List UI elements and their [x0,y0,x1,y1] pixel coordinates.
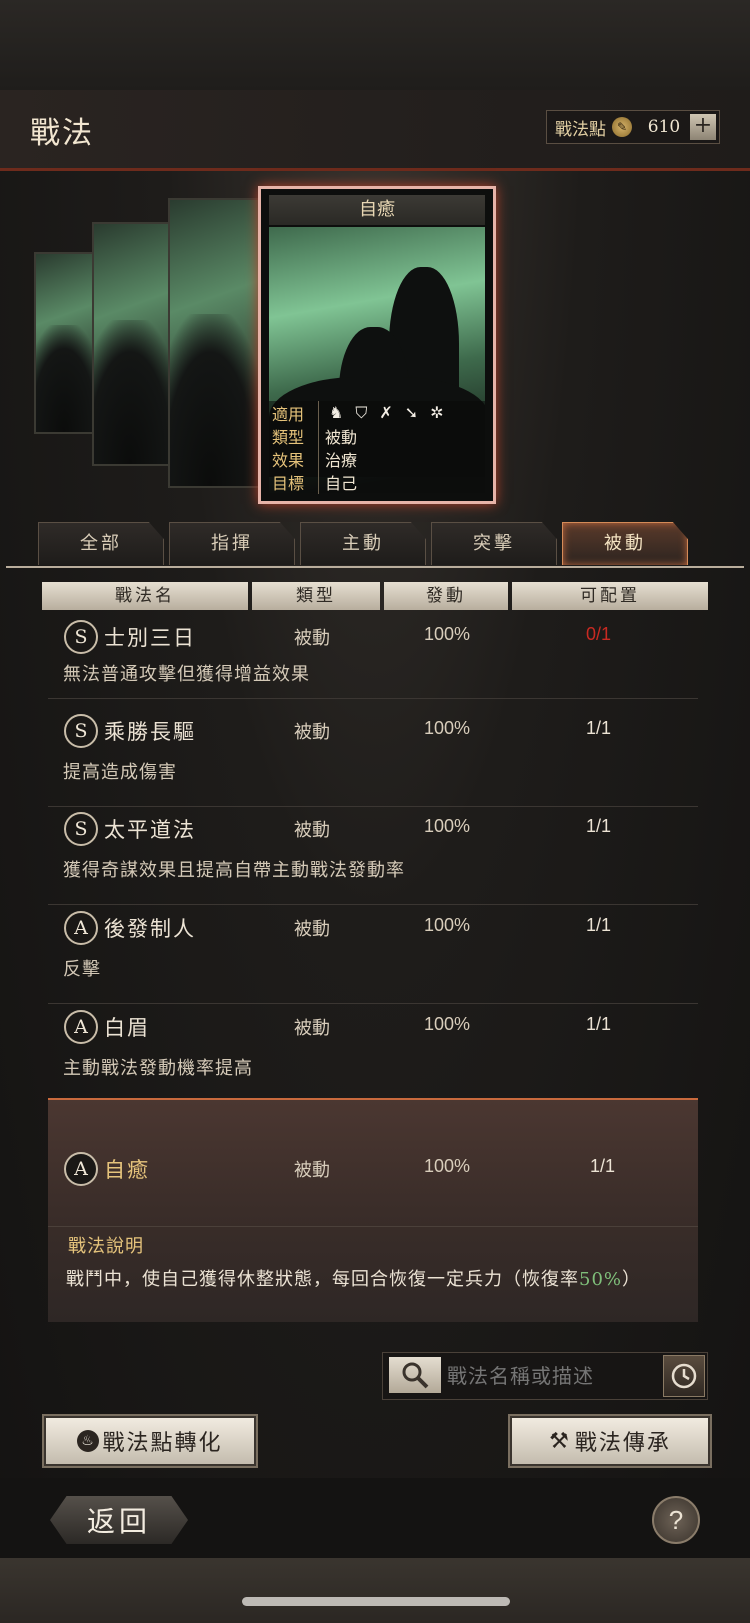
description-body: 戰鬥中，使自己獲得休整狀態，每回合恢復一定兵力（恢復率 [66,1269,579,1290]
tactic-config: 1/1 [586,816,612,836]
footer-decoration [0,1558,750,1623]
card-row-key: 效果 [269,446,319,471]
tab-command[interactable]: 指揮 [169,522,295,565]
tactic-config: 0/1 [586,624,612,644]
grade-badge: A [64,1152,98,1186]
tactic-type: 被動 [294,1160,330,1181]
grade-badge: A [64,1010,98,1044]
grade-badge: A [64,911,98,945]
tactic-rate: 100% [424,1156,471,1176]
search-bar [382,1352,708,1400]
shield-icon: ⛉ [355,402,368,422]
tactic-desc: 提高造成傷害 [63,762,177,783]
help-button[interactable]: ? [652,1496,700,1544]
convert-label: 戰法點轉化 [102,1431,223,1456]
header: 戰法 戰法點 ✎ 610 + [0,90,750,171]
selected-tactic-panel[interactable]: A 自癒 被動 100% 1/1 戰法說明 戰鬥中，使自己獲得休整狀態，每回合恢… [48,1098,698,1322]
tactic-desc: 獲得奇謀效果且提高自帶主動戰法發動率 [63,860,405,881]
tab-passive[interactable]: 被動 [562,522,688,565]
search-input[interactable] [445,1359,649,1393]
tactic-name: 太平道法 [104,818,196,842]
selected-tactic-card[interactable]: 自癒 適用 ♞ ⛉ ✗ ➘ ✲ 類型 被動 效果 治療 目標 自己 [258,186,496,504]
tab-all[interactable]: 全部 [38,522,164,565]
tactic-type: 被動 [294,1018,330,1039]
list-item[interactable]: A 白眉 被動 100% 1/1 主動戰法發動機率提高 [48,1010,698,1102]
description-text: 戰鬥中，使自己獲得休整狀態，每回合恢復一定兵力（恢復率50%） [66,1264,696,1296]
column-header-rate[interactable]: 發動 [384,582,508,610]
list-item[interactable]: A 後發制人 被動 100% 1/1 反擊 [48,911,698,1004]
points-label: 戰法點 [555,119,606,140]
tactic-desc: 反擊 [63,959,101,980]
tactic-config: 1/1 [590,1156,616,1176]
spear-icon: ➘ [404,402,419,422]
list-item[interactable]: S 乘勝長驅 被動 100% 1/1 提高造成傷害 [48,714,698,807]
search-icon[interactable] [389,1357,441,1393]
tactic-name: 後發制人 [104,917,196,941]
selected-tactic-row[interactable]: A 自癒 被動 100% 1/1 [48,1100,698,1227]
card-row-key: 類型 [269,423,319,448]
column-header-name[interactable]: 戰法名 [42,582,248,610]
card-row-value: 被動 [325,427,358,447]
tab-active[interactable]: 主動 [300,522,426,565]
inherit-label: 戰法傳承 [574,1431,671,1456]
tactic-desc: 無法普通攻擊但獲得增益效果 [63,664,310,685]
tactic-config: 1/1 [586,718,612,738]
tactic-config: 1/1 [586,915,612,935]
grade-badge: S [64,714,98,748]
list-item[interactable]: S 士別三日 被動 100% 0/1 無法普通攻擊但獲得增益效果 [48,618,698,699]
unit-icons: ♞ ⛉ ✗ ➘ ✲ [319,403,444,423]
description-title: 戰法說明 [68,1236,144,1257]
cavalry-icon: ♞ [329,402,344,422]
card-row-key: 目標 [269,469,319,494]
wheel-icon: ✲ [430,402,444,422]
points-convert-button[interactable]: ♨ 戰法點轉化 [44,1416,256,1466]
grade-badge: S [64,812,98,846]
card-name: 自癒 [269,195,485,225]
tactic-card-back-1[interactable] [168,198,272,488]
tactic-rate: 100% [424,718,471,738]
card-row-value: 自己 [325,473,358,493]
card-info: 適用 ♞ ⛉ ✗ ➘ ✲ 類型 被動 效果 治療 目標 自己 [269,400,485,494]
tactic-rate: 100% [424,915,471,935]
tactic-type: 被動 [294,722,330,743]
tactic-name: 乘勝長驅 [104,720,196,744]
tactic-type: 被動 [294,628,330,649]
page-title: 戰法 [30,116,94,151]
description-percent: 50% [579,1269,623,1290]
tab-bar: 全部 指揮 主動 突擊 被動 [38,522,718,566]
tactic-inherit-button[interactable]: ⚒ 戰法傳承 [510,1416,710,1466]
add-points-button[interactable]: + [690,114,716,140]
column-header-config[interactable]: 可配置 [512,582,708,610]
tactic-config: 1/1 [586,1014,612,1034]
tactic-desc: 主動戰法發動機率提高 [63,1058,253,1079]
divider [6,566,744,568]
card-row-key: 適用 [269,400,319,425]
list-item[interactable]: S 太平道法 被動 100% 1/1 獲得奇謀效果且提高自帶主動戰法發動率 [48,812,698,905]
flame-icon: ♨ [77,1430,100,1452]
tactic-points: 戰法點 ✎ 610 + [546,110,720,144]
tactic-rate: 100% [424,624,471,644]
back-button[interactable]: 返回 [50,1496,188,1544]
description-end: ） [622,1269,642,1290]
hammer-icon: ⚒ [549,1428,571,1454]
tactic-type: 被動 [294,820,330,841]
tactic-name: 士別三日 [104,626,196,650]
tactic-type: 被動 [294,919,330,940]
grade-badge: S [64,620,98,654]
tab-assault[interactable]: 突擊 [431,522,557,565]
tactic-rate: 100% [424,1014,471,1034]
history-clock-icon[interactable] [663,1355,705,1397]
card-row-value: 治療 [325,450,358,470]
home-indicator[interactable] [242,1597,510,1606]
column-header-type[interactable]: 類型 [252,582,380,610]
points-coin-icon: ✎ [612,117,632,137]
tactic-rate: 100% [424,816,471,836]
bow-icon: ✗ [379,402,393,422]
top-decoration [0,0,750,90]
tactic-name: 自癒 [104,1158,150,1182]
points-value: 610 [647,117,681,137]
tactic-name: 白眉 [104,1016,150,1040]
